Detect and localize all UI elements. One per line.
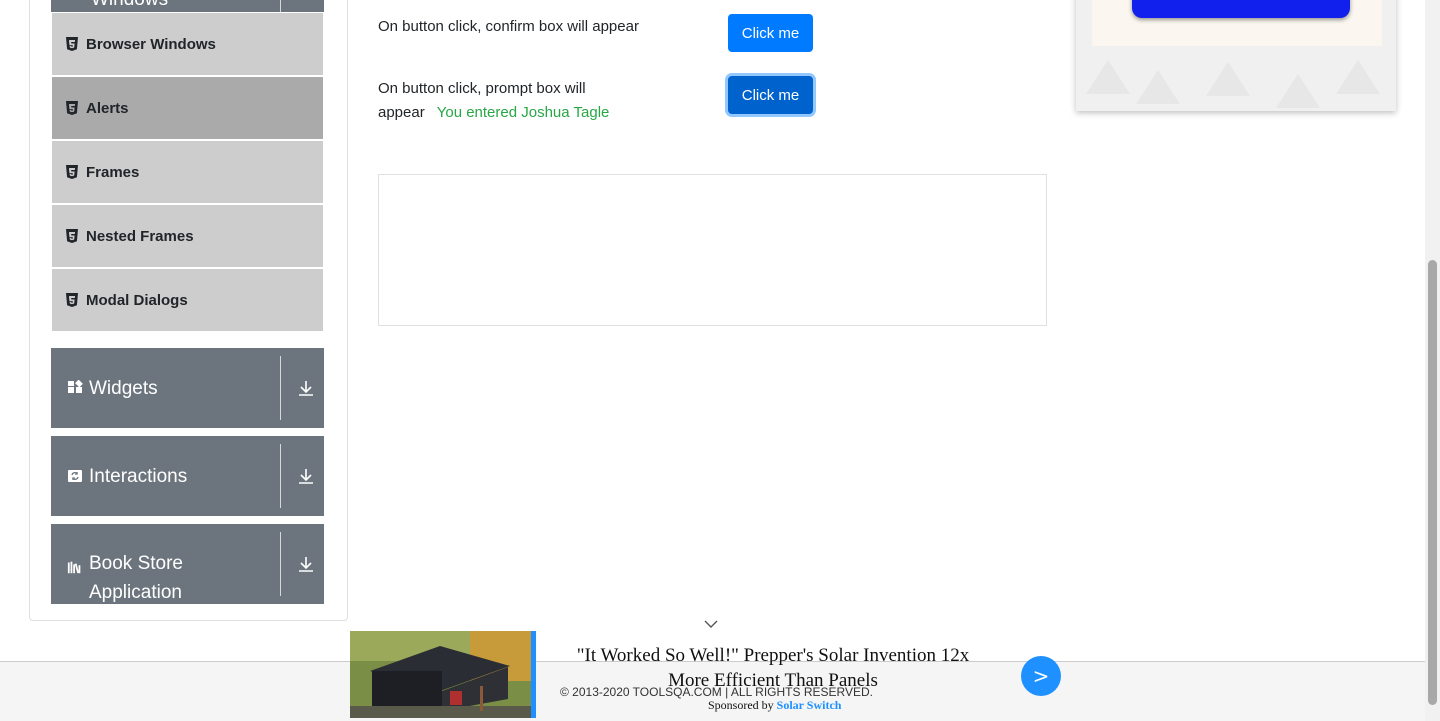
bottom-ad-banner[interactable]: "It Worked So Well!" Prepper's Solar Inv… — [350, 631, 1062, 718]
ad-sponsor-name[interactable]: Solar Switch — [777, 698, 842, 712]
download-arrow-icon[interactable] — [296, 466, 316, 486]
ad-sponsor-line: Sponsored by Solar Switch — [708, 698, 841, 713]
html5-icon — [66, 229, 78, 243]
prompt-text-line1: On button click, prompt box will — [378, 80, 586, 97]
ad-pattern-shape — [1206, 62, 1250, 96]
sidebar-item-label: Modal Dialogs — [86, 291, 188, 309]
html5-icon — [66, 165, 78, 179]
prompt-box-description: On button click, prompt box will appear Y… — [378, 77, 609, 125]
sidebar-group-label: Book Store — [89, 553, 183, 574]
sidebar-item-label: Nested Frames — [86, 227, 194, 245]
sidebar-group-widgets[interactable]: Widgets — [51, 348, 324, 428]
ad-pattern-shape — [1276, 74, 1320, 108]
sidebar-item-nested-frames[interactable]: Nested Frames — [52, 205, 323, 267]
interactions-icon — [67, 468, 83, 484]
ad-headline[interactable]: "It Worked So Well!" Prepper's Solar Inv… — [558, 643, 988, 693]
ad-cta-button[interactable] — [1132, 0, 1350, 18]
sidebar-item-modal-dialogs[interactable]: Modal Dialogs — [52, 269, 323, 331]
separator — [280, 532, 281, 596]
sidebar-group-label-line2: Application — [89, 582, 182, 603]
download-arrow-icon[interactable] — [296, 554, 316, 574]
right-ad-banner[interactable] — [1076, 0, 1396, 111]
sidebar-item-label: Alerts — [86, 99, 129, 117]
ad-pattern-shape — [1336, 60, 1380, 94]
prompt-text-line2-row: appear You entered Joshua Tagle — [378, 101, 609, 125]
ad-accent-bar — [531, 631, 536, 718]
sidebar-item-browser-windows[interactable]: Browser Windows — [52, 13, 323, 75]
confirm-text: On button click, confirm box will appear — [378, 18, 639, 35]
sidebar-group-alerts-frame-windows[interactable]: Windows — [51, 0, 324, 12]
confirm-button[interactable]: Click me — [728, 14, 813, 52]
ad-sponsor-prefix: Sponsored by — [708, 698, 774, 712]
sidebar-item-label: Frames — [86, 163, 140, 181]
html5-icon — [66, 37, 78, 51]
html5-icon — [66, 293, 78, 307]
sidebar-group-label: Windows — [91, 0, 168, 12]
prompt-button[interactable]: Click me — [728, 76, 813, 114]
sidebar-item-frames[interactable]: Frames — [52, 141, 323, 203]
separator — [280, 444, 281, 508]
chevron-down-icon[interactable] — [703, 616, 719, 628]
ad-go-button[interactable]: > — [1021, 656, 1061, 696]
ad-placeholder-frame — [378, 174, 1047, 326]
prompt-result: You entered Joshua Tagle — [436, 104, 610, 121]
sidebar-group-interactions[interactable]: Interactions — [51, 436, 324, 516]
ad-pattern-shape — [1086, 60, 1130, 94]
prompt-text-line2: appear — [378, 104, 425, 121]
page-scrollbar[interactable] — [1425, 0, 1440, 721]
html5-icon — [66, 101, 78, 115]
sidebar-group-label-block: Book Store Application — [89, 549, 183, 607]
confirm-box-description: On button click, confirm box will appear — [378, 15, 639, 39]
sidebar-group-label: Widgets — [89, 377, 158, 399]
widgets-icon — [67, 380, 83, 396]
sidebar-item-label: Browser Windows — [86, 35, 216, 53]
separator — [280, 356, 281, 420]
book-store-icon — [67, 559, 83, 575]
ad-pattern-shape — [1136, 70, 1180, 104]
download-arrow-icon[interactable] — [296, 378, 316, 398]
separator — [280, 0, 281, 12]
sidebar-group-label: Interactions — [89, 465, 188, 487]
scrollbar-thumb[interactable] — [1428, 260, 1437, 705]
sidebar-item-alerts[interactable]: Alerts — [52, 77, 323, 139]
ad-image[interactable] — [350, 631, 531, 718]
sidebar-group-book-store[interactable]: Book Store Application — [51, 524, 324, 604]
